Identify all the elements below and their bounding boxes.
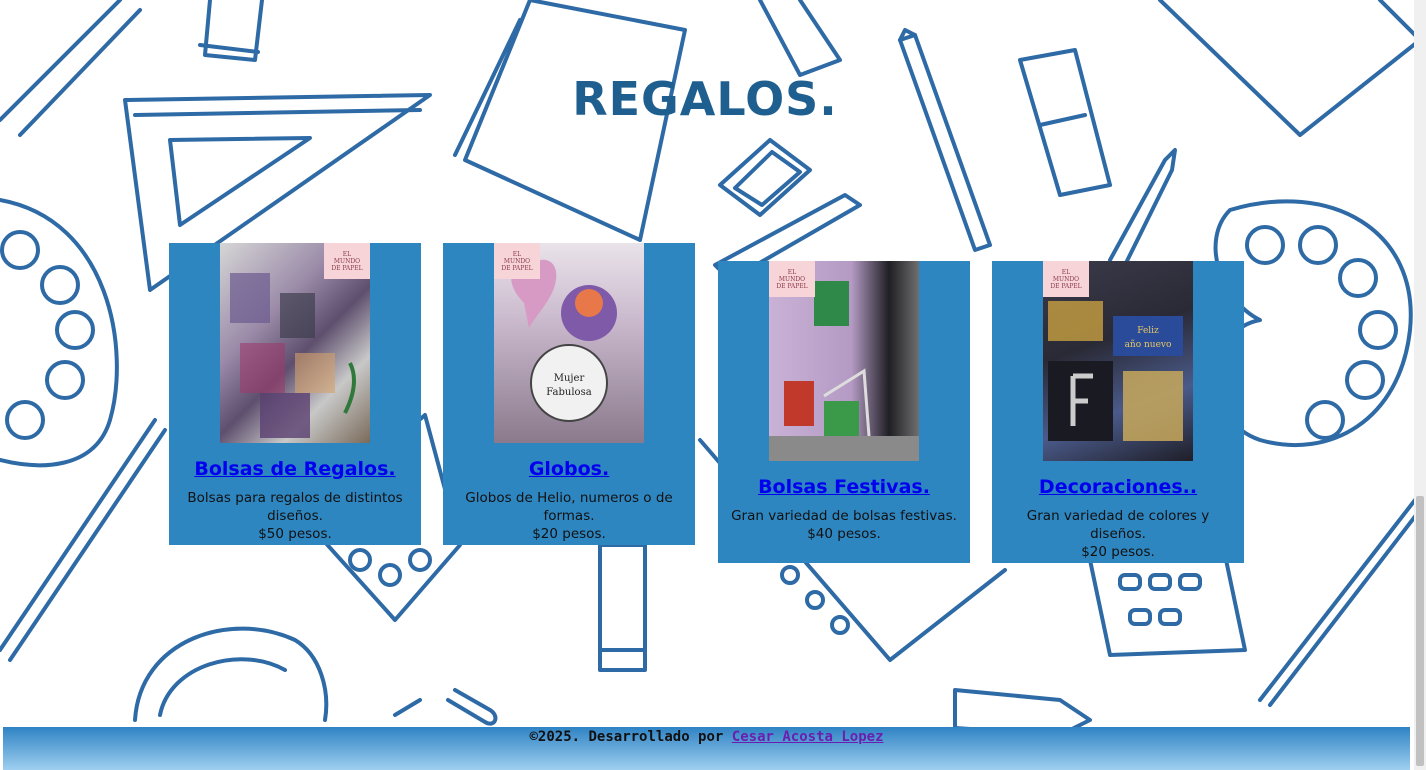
author-link[interactable]: Cesar Acosta Lopez	[732, 729, 884, 745]
footer-text: ©2025. Desarrollado por	[529, 729, 732, 745]
vertical-scrollbar[interactable]	[1414, 0, 1426, 770]
scrollbar-thumb[interactable]	[1416, 496, 1424, 766]
product-link-globos[interactable]: Globos.	[443, 457, 695, 481]
svg-text:Feliz: Feliz	[1137, 326, 1159, 336]
product-price: $40 pesos.	[807, 526, 881, 542]
product-price: $50 pesos.	[258, 526, 332, 542]
product-card: Mujer Fabulosa EL MUNDO DE PAPEL Globos. G…	[443, 243, 695, 545]
decorations-photo-icon: Feliz año nuevo EL MUNDO DE PAPEL	[1043, 261, 1193, 461]
svg-text:Mujer: Mujer	[554, 373, 585, 384]
store-logo: EL MUNDO DE PAPEL	[769, 261, 815, 297]
footer-credit: ©2025. Desarrollado por Cesar Acosta Lop…	[3, 728, 1410, 746]
store-logo: EL MUNDO DE PAPEL	[494, 243, 540, 279]
svg-text:Fabulosa: Fabulosa	[546, 387, 591, 398]
product-link-decoraciones[interactable]: Decoraciones..	[992, 475, 1244, 499]
product-description: Gran variedad de bolsas festivas.	[731, 508, 957, 524]
product-description: Bolsas para regalos de distintos diseños…	[187, 490, 403, 524]
store-logo: EL MUNDO DE PAPEL	[1043, 261, 1089, 297]
product-card: Feliz año nuevo EL MUNDO DE PAPEL Decoraci…	[992, 261, 1244, 563]
page-title: REGALOS.	[572, 72, 838, 126]
product-card: EL MUNDO DE PAPEL Bolsas de Regalos. Bolsa…	[169, 243, 421, 545]
gift-bags-photo-icon: EL MUNDO DE PAPEL	[220, 243, 370, 443]
product-price: $20 pesos.	[532, 526, 606, 542]
product-link-bolsas-de-regalos[interactable]: Bolsas de Regalos.	[169, 457, 421, 481]
store-logo: EL MUNDO DE PAPEL	[324, 243, 370, 279]
product-description: Globos de Helio, numeros o de formas.	[465, 490, 673, 524]
festive-bags-photo-icon: EL MUNDO DE PAPEL	[769, 261, 919, 461]
product-description: Gran variedad de colores y diseños.	[1026, 508, 1210, 542]
product-price: $20 pesos.	[1081, 544, 1155, 560]
footer: ©2025. Desarrollado por Cesar Acosta Lop…	[3, 727, 1410, 770]
page: REGALOS. EL MUNDO DE PAPEL Bolsas de Regal…	[0, 0, 1426, 770]
balloons-photo-icon: Mujer Fabulosa EL MUNDO DE PAPEL	[494, 243, 644, 443]
svg-text:año nuevo: año nuevo	[1125, 340, 1172, 350]
product-link-bolsas-festivas[interactable]: Bolsas Festivas.	[718, 475, 970, 499]
product-card: EL MUNDO DE PAPEL Bolsas Festivas. Gran va…	[718, 261, 970, 563]
